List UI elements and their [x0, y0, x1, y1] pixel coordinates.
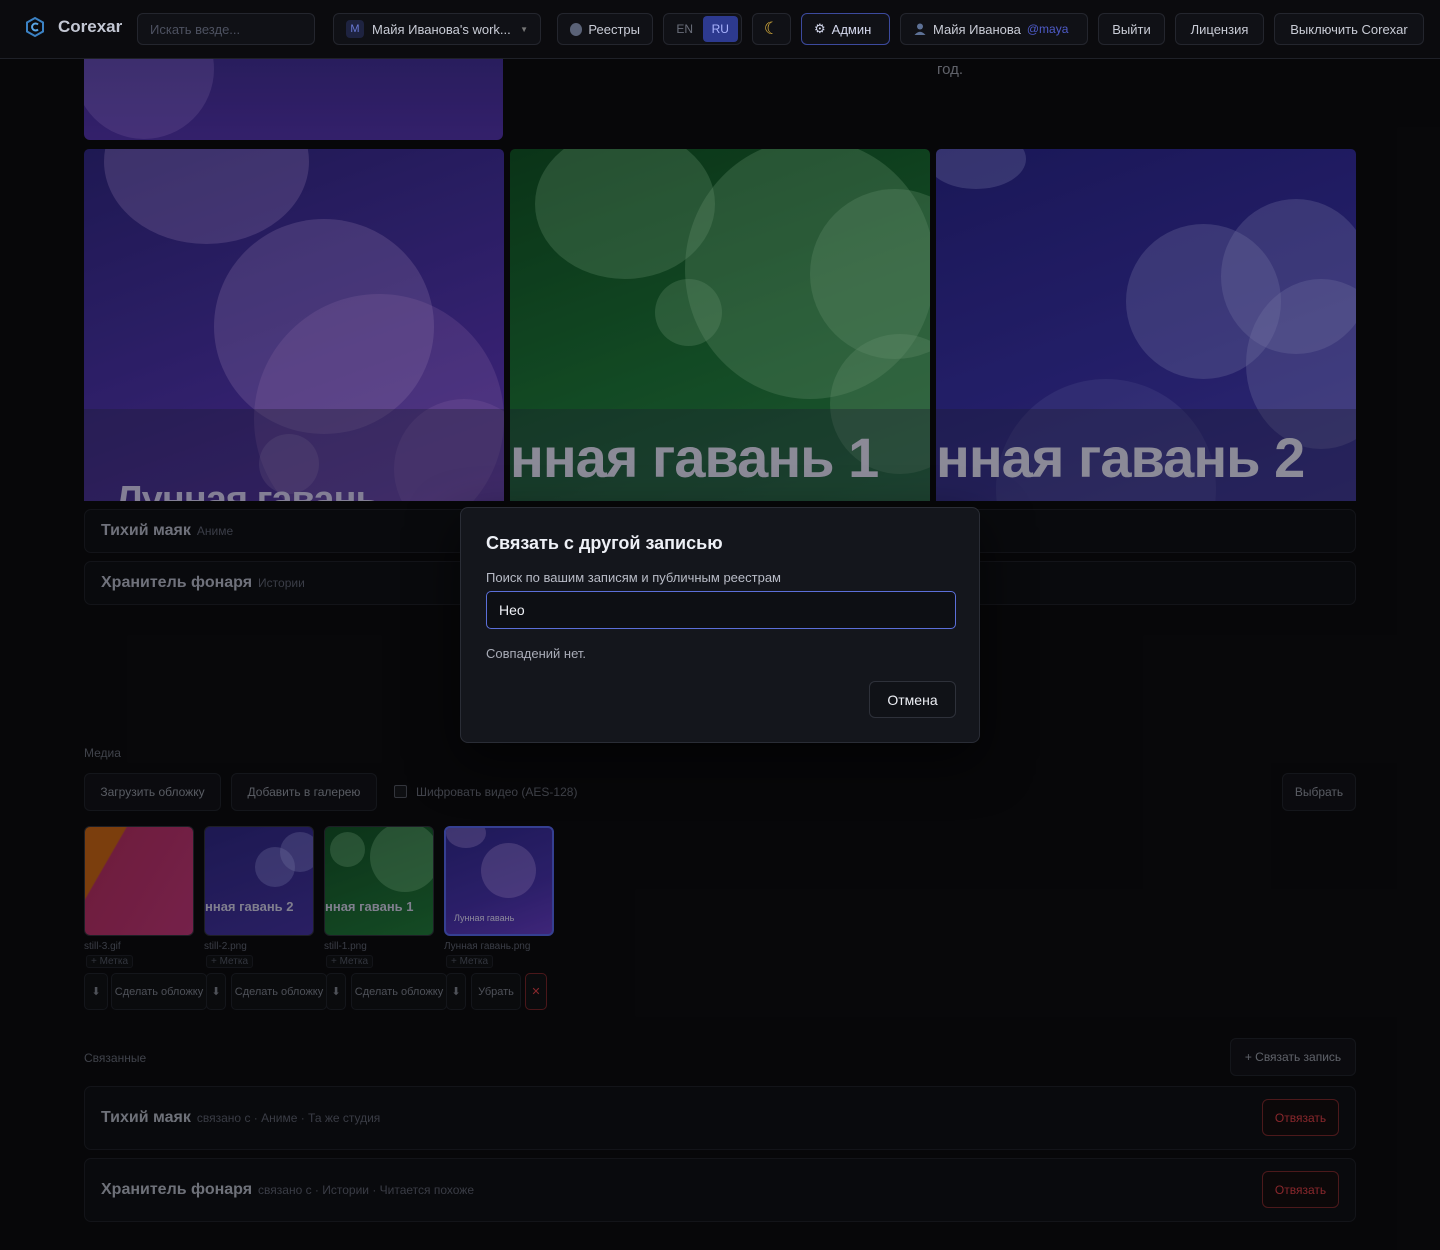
- link-entry-dialog: Связать с другой записью Поиск по вашим …: [460, 507, 980, 743]
- workspace-name: Майя Иванова's work...: [372, 21, 511, 37]
- theme-toggle-button[interactable]: ☾: [752, 13, 791, 45]
- user-menu[interactable]: Майя Иванова @maya: [900, 13, 1088, 45]
- top-bar: Corexar Искать везде... M Майя Иванова's…: [0, 0, 1440, 59]
- corexar-logo-icon: [26, 16, 44, 38]
- search-label: Поиск по вашим записям и публичным реест…: [486, 570, 781, 585]
- lang-en-button[interactable]: EN: [667, 16, 703, 42]
- admin-button[interactable]: ⚙ Админ: [801, 13, 890, 45]
- registries-button[interactable]: Реестры: [557, 13, 653, 45]
- lang-ru-button[interactable]: RU: [702, 16, 738, 42]
- moon-icon: ☾: [763, 19, 780, 38]
- gear-icon: ⚙: [814, 21, 826, 36]
- global-search-input[interactable]: Искать везде...: [137, 13, 315, 45]
- user-name: Майя Иванова: [933, 21, 1021, 37]
- registries-label: Реестры: [588, 21, 640, 37]
- user-icon: [914, 23, 926, 35]
- globe-icon: [570, 22, 583, 36]
- logout-button[interactable]: Выйти: [1098, 13, 1165, 45]
- entry-search-input[interactable]: [486, 591, 956, 629]
- admin-label: Админ: [831, 21, 872, 37]
- user-handle: @maya: [1026, 22, 1069, 36]
- dialog-title: Связать с другой записью: [486, 533, 723, 553]
- app-name: Corexar: [58, 17, 123, 36]
- logo[interactable]: Corexar: [24, 16, 122, 38]
- chevron-down-icon: ▼: [520, 24, 528, 34]
- workspace-badge: M: [346, 20, 364, 38]
- cancel-button[interactable]: Отмена: [869, 681, 956, 718]
- disable-corexar-button[interactable]: Выключить Corexar: [1274, 13, 1424, 45]
- language-toggle: EN RU: [663, 13, 742, 45]
- no-matches-message: Совпадений нет.: [486, 646, 587, 661]
- workspace-switcher[interactable]: M Майя Иванова's work... ▼: [333, 13, 541, 45]
- license-button[interactable]: Лицензия: [1175, 13, 1264, 45]
- global-search-placeholder: Искать везде...: [150, 21, 241, 37]
